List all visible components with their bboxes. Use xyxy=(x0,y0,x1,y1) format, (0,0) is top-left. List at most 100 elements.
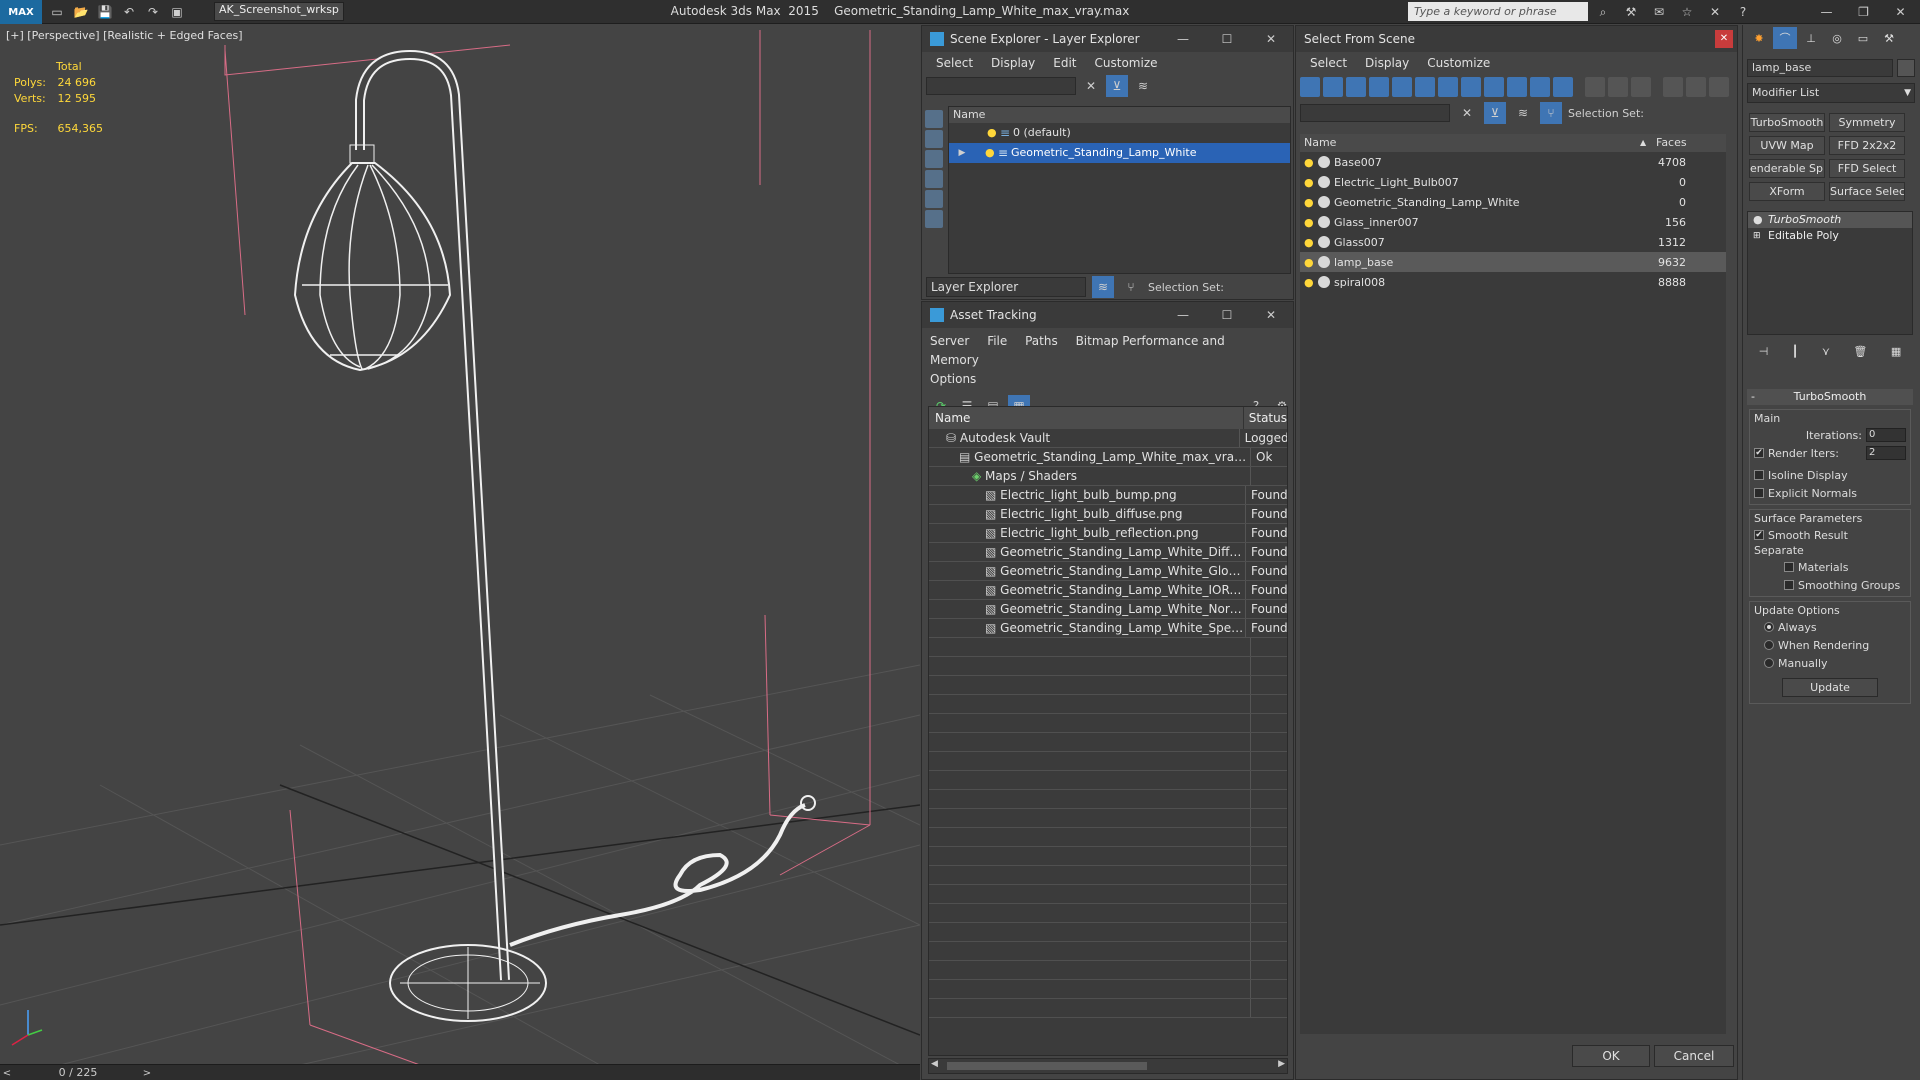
scene-object-row[interactable]: ● Electric_Light_Bulb007 0 xyxy=(1300,172,1726,192)
hierarchy-view-icon[interactable] xyxy=(1686,77,1706,97)
object-color-swatch[interactable] xyxy=(1897,59,1915,77)
modifier-button-surface-select[interactable]: Surface Select xyxy=(1829,182,1905,201)
show-end-result-icon[interactable]: ┃ xyxy=(1792,345,1799,358)
menu-select[interactable]: Select xyxy=(936,56,973,70)
perspective-viewport[interactable]: [+] [Perspective] [Realistic + Edged Fac… xyxy=(0,25,920,1065)
select-none-icon[interactable] xyxy=(1608,77,1628,97)
close-icon[interactable]: ✕ xyxy=(1249,302,1293,328)
filter-helpers-icon[interactable] xyxy=(1392,77,1412,97)
menu-customize[interactable]: Customize xyxy=(1427,56,1490,70)
modifier-button-symmetry[interactable]: Symmetry xyxy=(1829,113,1905,132)
time-slider-value[interactable]: 0 / 225 xyxy=(20,1065,136,1080)
filter-xrefs-icon[interactable] xyxy=(1461,77,1481,97)
filter-shapes-icon[interactable] xyxy=(1323,77,1343,97)
motion-tab-icon[interactable]: ◎ xyxy=(1825,27,1849,49)
when-rendering-radio[interactable] xyxy=(1764,640,1774,650)
filter-geometry-icon[interactable] xyxy=(1300,77,1320,97)
menu-edit[interactable]: Edit xyxy=(1053,56,1076,70)
light-bulb-icon[interactable]: ● xyxy=(1304,216,1314,229)
scroll-left-icon[interactable]: ◀ xyxy=(931,1059,938,1069)
menu-server[interactable]: Server xyxy=(930,334,969,348)
stack-item-editable-poly[interactable]: ⊞ Editable Poly xyxy=(1748,228,1912,244)
configure-sets-icon[interactable]: ▦ xyxy=(1891,345,1901,358)
modifier-button-turbosmooth[interactable]: TurboSmooth xyxy=(1749,113,1825,132)
scene-explorer-titlebar[interactable]: Scene Explorer - Layer Explorer — ☐ ✕ xyxy=(922,26,1293,52)
stack-item-turbosmooth[interactable]: ● TurboSmooth xyxy=(1748,212,1912,228)
expand-arrow-icon[interactable]: ▶ xyxy=(953,142,971,164)
collapse-icon[interactable] xyxy=(1709,77,1729,97)
workspace-dropdown[interactable]: AK_Screenshot_wrksp xyxy=(214,2,344,21)
menu-options[interactable]: Options xyxy=(930,372,976,386)
modifier-button-uvw-map[interactable]: UVW Map xyxy=(1749,136,1825,155)
materials-checkbox[interactable] xyxy=(1784,562,1794,572)
asset-row[interactable]: ▤ Geometric_Standing_Lamp_White_max_vray… xyxy=(929,448,1287,467)
asset-row[interactable]: ▧ Geometric_Standing_Lamp_White_Diffuse.… xyxy=(929,543,1287,562)
light-bulb-icon[interactable]: ● xyxy=(1753,212,1763,228)
layer-row[interactable]: ● ≡ 0 (default) xyxy=(949,123,1290,143)
select-invert-icon[interactable] xyxy=(1631,77,1651,97)
iterations-spinner[interactable]: 0 xyxy=(1866,428,1906,442)
isoline-display-checkbox[interactable] xyxy=(1754,470,1764,480)
remove-modifier-icon[interactable]: 🗑 xyxy=(1853,345,1867,358)
scene-object-row[interactable]: ● Glass007 1312 xyxy=(1300,232,1726,252)
layer-row[interactable]: ▶ ● ≡ Geometric_Standing_Lamp_White xyxy=(949,143,1290,163)
menu-customize[interactable]: Customize xyxy=(1095,56,1158,70)
viewport-label[interactable]: [+] [Perspective] [Realistic + Edged Fac… xyxy=(6,29,243,42)
light-bulb-icon[interactable]: ● xyxy=(1304,276,1314,289)
update-button[interactable]: Update xyxy=(1782,678,1878,697)
open-file-icon[interactable]: 📂 xyxy=(70,1,92,23)
filter-geometry-icon[interactable] xyxy=(925,110,943,128)
close-icon[interactable]: ✕ xyxy=(1882,1,1919,23)
modify-tab-icon[interactable]: ⌒ xyxy=(1773,27,1797,49)
hierarchy-tab-icon[interactable]: ⊥ xyxy=(1799,27,1823,49)
menu-display[interactable]: Display xyxy=(991,56,1035,70)
asset-row[interactable]: ▧ Geometric_Standing_Lamp_White_IOR.png F… xyxy=(929,581,1287,600)
light-bulb-icon[interactable]: ● xyxy=(1304,196,1314,209)
scene-object-row[interactable]: ● Base007 4708 xyxy=(1300,152,1726,172)
new-file-icon[interactable]: ▭ xyxy=(46,1,68,23)
filter-lights-icon[interactable] xyxy=(1346,77,1366,97)
filter-helpers-icon[interactable] xyxy=(925,190,943,208)
menu-select[interactable]: Select xyxy=(1310,56,1347,70)
explicit-normals-checkbox[interactable] xyxy=(1754,488,1764,498)
minimize-icon[interactable]: — xyxy=(1161,26,1205,52)
cancel-button[interactable]: Cancel xyxy=(1654,1045,1734,1067)
filter-containers-icon[interactable] xyxy=(1507,77,1527,97)
time-slider[interactable]: < 0 / 225 > xyxy=(0,1064,920,1080)
filter-bones-icon[interactable] xyxy=(1484,77,1504,97)
layer-tool-icon[interactable]: ≋ xyxy=(1092,276,1114,298)
filter-shapes-icon[interactable] xyxy=(925,130,943,148)
ok-button[interactable]: OK xyxy=(1572,1045,1650,1067)
menu-display[interactable]: Display xyxy=(1365,56,1409,70)
tools-icon[interactable]: ⚒ xyxy=(1620,1,1642,23)
column-name[interactable]: Name xyxy=(1300,134,1640,152)
clear-search-icon[interactable]: ✕ xyxy=(1456,102,1478,124)
scroll-right-icon[interactable]: ▶ xyxy=(1278,1059,1285,1069)
smoothing-groups-checkbox[interactable] xyxy=(1784,580,1794,590)
scene-explorer-search-input[interactable] xyxy=(926,77,1076,95)
scene-object-row[interactable]: ● Glass_inner007 156 xyxy=(1300,212,1726,232)
asset-row[interactable]: ▧ Geometric_Standing_Lamp_White_Normal..… xyxy=(929,600,1287,619)
asset-tracking-titlebar[interactable]: Asset Tracking — ☐ ✕ xyxy=(922,302,1293,328)
render-iters-checkbox[interactable]: ✔ xyxy=(1754,448,1764,458)
help-icon[interactable]: ? xyxy=(1732,1,1754,23)
light-bulb-icon[interactable]: ● xyxy=(985,146,995,159)
filter-spacewarps-icon[interactable] xyxy=(1415,77,1435,97)
modifier-button-xform[interactable]: XForm xyxy=(1749,182,1825,201)
filter-spacewarps-icon[interactable] xyxy=(925,210,943,228)
modifier-button-renderable-spline[interactable]: enderable Splir xyxy=(1749,159,1825,178)
asset-row[interactable]: ▧ Geometric_Standing_Lamp_White_Glossin.… xyxy=(929,562,1287,581)
asset-row[interactable]: ◈ Maps / Shaders xyxy=(929,467,1287,486)
light-bulb-icon[interactable]: ● xyxy=(1304,236,1314,249)
undo-icon[interactable]: ↶ xyxy=(118,1,140,23)
save-file-icon[interactable]: 💾 xyxy=(94,1,116,23)
redo-icon[interactable]: ↷ xyxy=(142,1,164,23)
filter-lights-icon[interactable] xyxy=(925,150,943,168)
select-from-scene-search-input[interactable] xyxy=(1300,104,1450,122)
manually-radio[interactable] xyxy=(1764,658,1774,668)
communication-icon[interactable]: ✉ xyxy=(1648,1,1670,23)
binoculars-icon[interactable]: ⌕ xyxy=(1592,1,1614,23)
restore-icon[interactable]: ❐ xyxy=(1845,1,1882,23)
modifier-list-dropdown[interactable]: Modifier List ▼ xyxy=(1747,83,1915,103)
prev-frame-button[interactable]: < xyxy=(0,1065,14,1080)
